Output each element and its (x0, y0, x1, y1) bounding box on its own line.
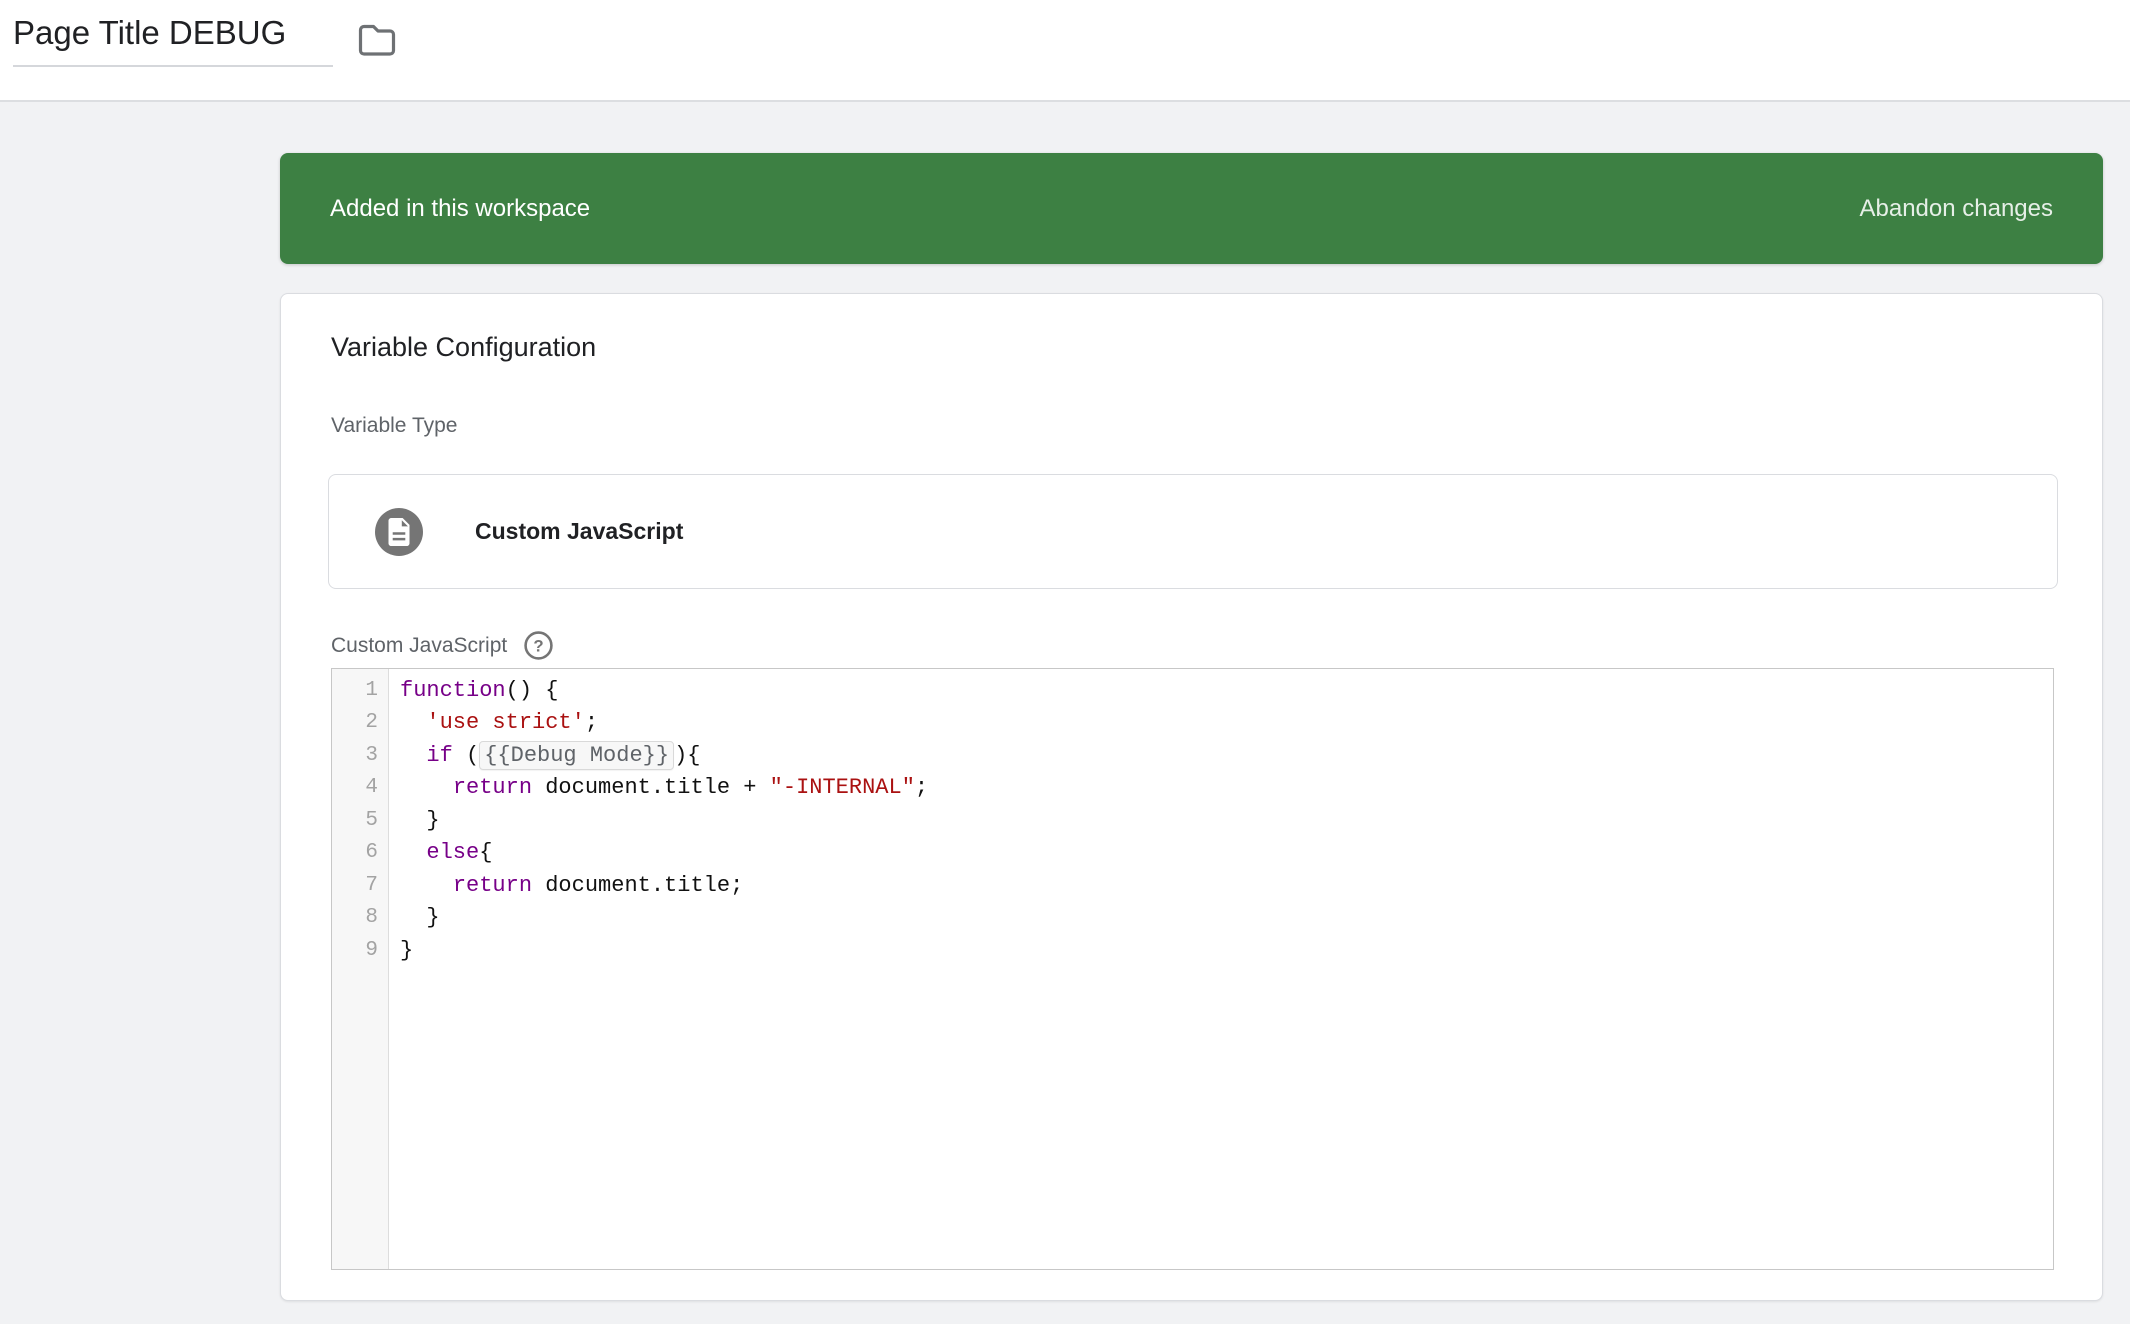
code-segment: 'use strict' (426, 710, 585, 736)
code-segment: () { (505, 677, 559, 703)
code-segment: return (452, 775, 533, 801)
svg-text:?: ? (534, 636, 544, 655)
variable-chip: {{Debug Mode}} (479, 740, 675, 770)
code-segment: document.title + (532, 775, 770, 801)
page-title-field[interactable]: Page Title DEBUG (13, 14, 333, 67)
code-segment: ){ (674, 742, 701, 768)
line-number: 5 (365, 808, 378, 832)
code-line[interactable]: 1 function() { (332, 674, 2053, 707)
line-number: 3 (365, 743, 378, 767)
line-number: 6 (365, 841, 378, 865)
code-text: 'use strict'; (389, 710, 598, 735)
code-line[interactable]: 8 } (332, 902, 2053, 935)
workspace-banner: Added in this workspace Abandon changes (280, 153, 2103, 264)
variable-type-selector[interactable]: Custom JavaScript (328, 474, 2058, 589)
page-title: Page Title DEBUG (13, 14, 287, 51)
code-segment: } (400, 937, 414, 963)
help-icon[interactable]: ? (523, 630, 554, 661)
code-text: return document.title; (389, 873, 743, 898)
code-segment: { (479, 840, 493, 866)
code-segment: function (400, 677, 506, 703)
code-text: function() { (389, 678, 558, 703)
custom-javascript-row: Custom JavaScript ? (331, 630, 554, 661)
code-line[interactable]: 3 if ({{Debug Mode}}){ (332, 739, 2053, 772)
variable-type-icon-circle (375, 507, 423, 556)
help-icon-glyph: ? (524, 631, 553, 660)
page-body: Added in this workspace Abandon changes … (0, 102, 2130, 1324)
code-text: } (389, 905, 440, 931)
code-line[interactable]: 9} (332, 934, 2053, 967)
variable-type-value: Custom JavaScript (475, 518, 684, 544)
code-segment: ; (584, 710, 599, 736)
code-text: } (389, 938, 413, 963)
code-text: else{ (389, 840, 492, 865)
code-text: } (389, 807, 440, 833)
page-header: Page Title DEBUG (0, 0, 2130, 102)
code-line[interactable]: 5 } (332, 804, 2053, 837)
folder-icon-glyph (358, 24, 396, 56)
code-segment: } (400, 807, 440, 833)
code-text: return document.title + "-INTERNAL"; (389, 775, 928, 800)
code-segment: else (426, 840, 480, 866)
code-line[interactable]: 7 return document.title; (332, 869, 2053, 902)
code-segment: if (426, 742, 453, 768)
variable-type-label: Variable Type (331, 414, 458, 437)
code-line[interactable]: 6 else{ (332, 837, 2053, 870)
line-number: 8 (365, 906, 378, 930)
code-line[interactable]: 4 return document.title + "-INTERNAL"; (332, 772, 2053, 805)
abandon-changes-button[interactable]: Abandon changes (1860, 195, 2054, 223)
card-title: Variable Configuration (331, 332, 597, 362)
code-segment: } (400, 905, 440, 931)
custom-javascript-label: Custom JavaScript (331, 633, 508, 657)
code-segment: "-INTERNAL" (769, 775, 915, 801)
line-number: 9 (365, 938, 378, 962)
code-line[interactable]: 2 'use strict'; (332, 707, 2053, 740)
folder-icon[interactable] (357, 22, 397, 58)
code-segment: ; (914, 775, 929, 801)
line-number: 1 (365, 678, 378, 702)
document-icon (388, 517, 410, 546)
code-text: if ({{Debug Mode}}){ (389, 740, 701, 770)
code-lines: 1 function() {2 'use strict'; 3 if ({{Debu… (332, 669, 2053, 967)
code-segment: return (452, 872, 533, 898)
line-number: 2 (365, 711, 378, 735)
code-segment: ( (452, 742, 480, 768)
code-segment: document.title; (532, 872, 744, 898)
variable-configuration-card: Variable Configuration Variable Type Cus… (280, 293, 2103, 1301)
banner-message: Added in this workspace (330, 194, 591, 222)
line-number: 7 (365, 873, 378, 897)
code-editor[interactable]: 1 function() {2 'use strict'; 3 if ({{Debu… (331, 668, 2054, 1270)
line-number: 4 (365, 776, 378, 800)
